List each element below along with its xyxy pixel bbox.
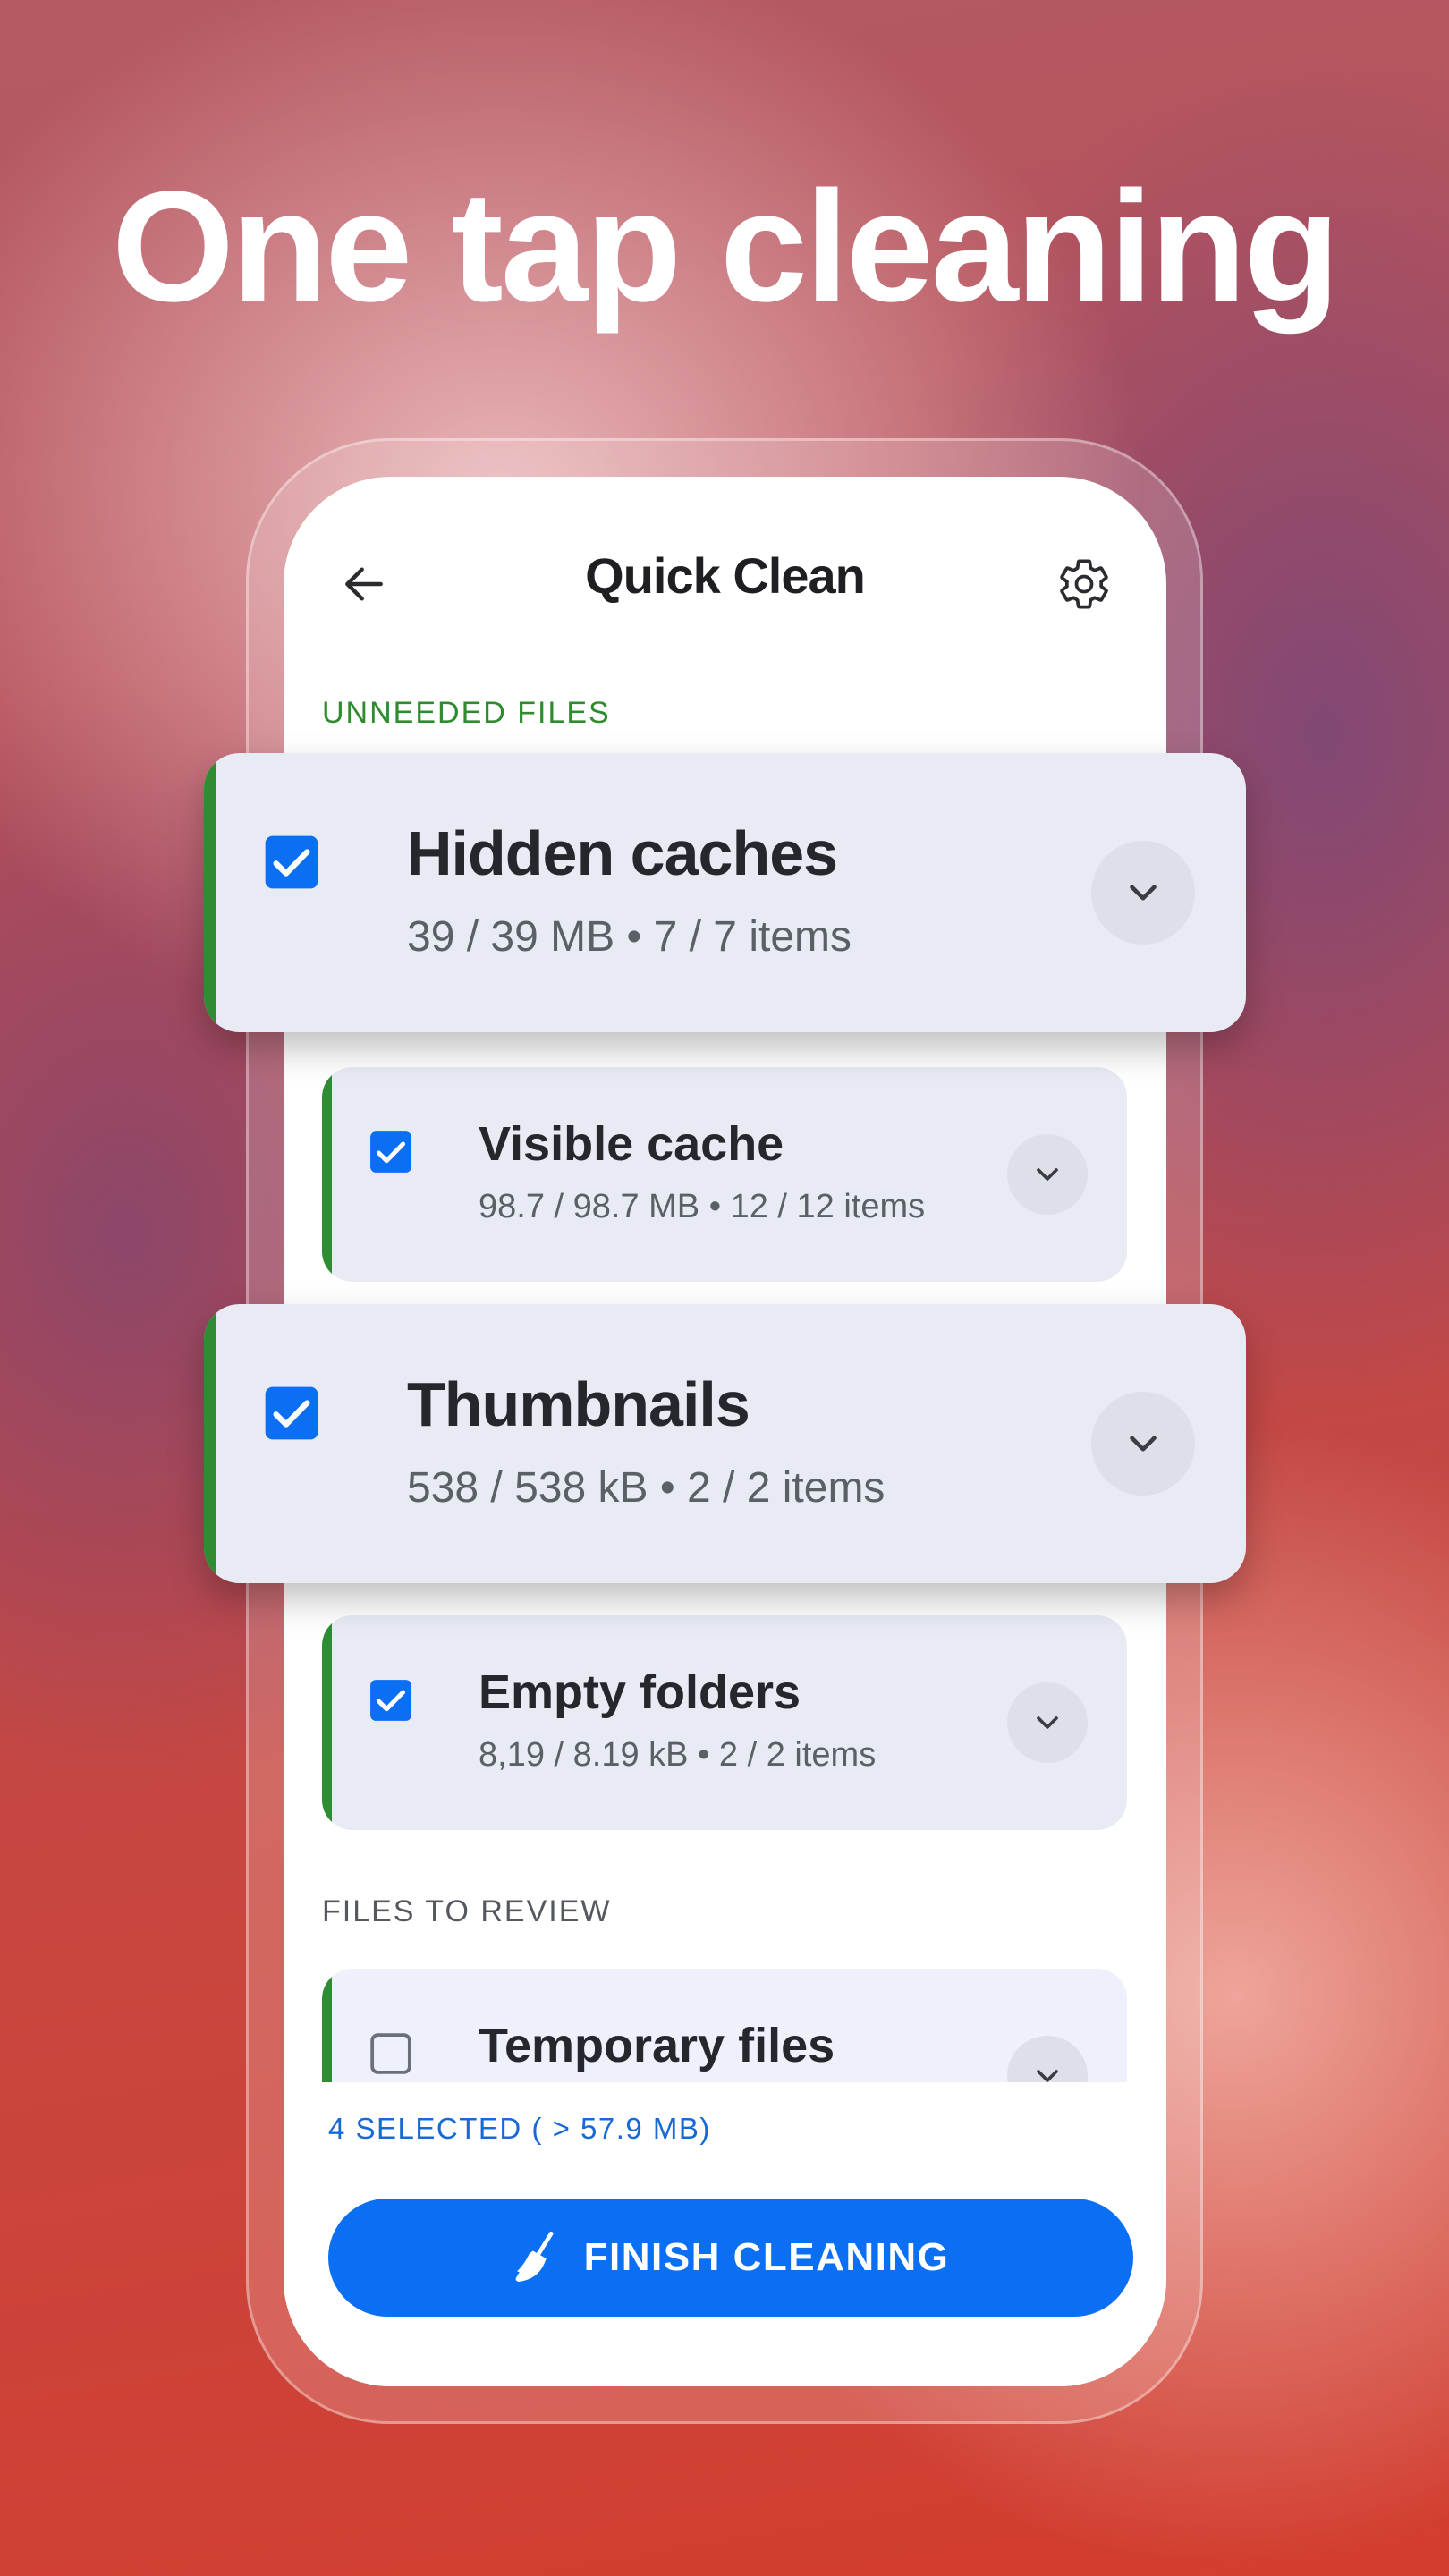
checkbox-checked-icon[interactable] [369,1678,413,1723]
item-title: Visible cache [479,1117,784,1171]
status-stripe [322,1615,332,1830]
chevron-down-icon [1130,1436,1157,1452]
broom-icon [515,2231,554,2282]
item-subtitle: 538 / 538 kB • 2 / 2 items [407,1464,886,1512]
item-title: Hidden caches [407,818,838,888]
checkbox-checked-icon[interactable] [369,1130,413,1174]
gear-icon [1060,559,1108,609]
status-stripe [322,1067,332,1282]
page-title: Quick Clean [585,547,866,604]
selection-summary: 4 SELECTED ( > 57.9 MB) [328,2112,711,2145]
item-title: Empty folders [479,1665,801,1719]
expand-button[interactable] [1091,1392,1195,1496]
bottom-action-area: 4 SELECTED ( > 57.9 MB) FINISH CLEANING [284,2082,1166,2386]
item-subtitle: 39 / 39 MB • 7 / 7 items [407,913,852,961]
settings-button[interactable] [1039,539,1129,629]
expand-button[interactable] [1007,1134,1088,1215]
list-item-hidden-caches[interactable]: Hidden caches 39 / 39 MB • 7 / 7 items [204,753,1246,1032]
list-item-empty-folders[interactable]: Empty folders 8,19 / 8.19 kB • 2 / 2 ite… [322,1615,1127,1830]
list-item-visible-cache[interactable]: Visible cache 98.7 / 98.7 MB • 12 / 12 i… [322,1067,1127,1282]
checkbox-unchecked-icon[interactable] [369,2031,413,2076]
status-stripe [204,753,216,1032]
section-label-unneeded: UNNEEDED FILES [322,696,611,730]
chevron-down-icon [1037,1716,1058,1729]
checkbox-checked-icon[interactable] [263,1385,320,1442]
status-stripe [204,1304,216,1583]
item-subtitle: 8,19 / 8.19 kB • 2 / 2 items [479,1736,877,1774]
expand-button[interactable] [1091,841,1195,945]
chevron-down-icon [1130,885,1157,901]
item-title: Thumbnails [407,1369,750,1439]
expand-button[interactable] [1007,1682,1088,1763]
item-title: Temporary files [479,2019,835,2072]
headline: One tap cleaning [111,159,1340,335]
top-app-bar: Quick Clean [284,477,1166,674]
list-item-thumbnails[interactable]: Thumbnails 538 / 538 kB • 2 / 2 items [204,1304,1246,1583]
item-subtitle: 98.7 / 98.7 MB • 12 / 12 items [479,1188,926,1225]
section-label-review: FILES TO REVIEW [322,1894,612,1928]
chevron-down-icon [1037,1168,1058,1181]
finish-button-label: FINISH CLEANING [583,2235,950,2279]
finish-cleaning-button[interactable]: FINISH CLEANING [328,2199,1133,2317]
checkbox-checked-icon[interactable] [263,834,320,891]
